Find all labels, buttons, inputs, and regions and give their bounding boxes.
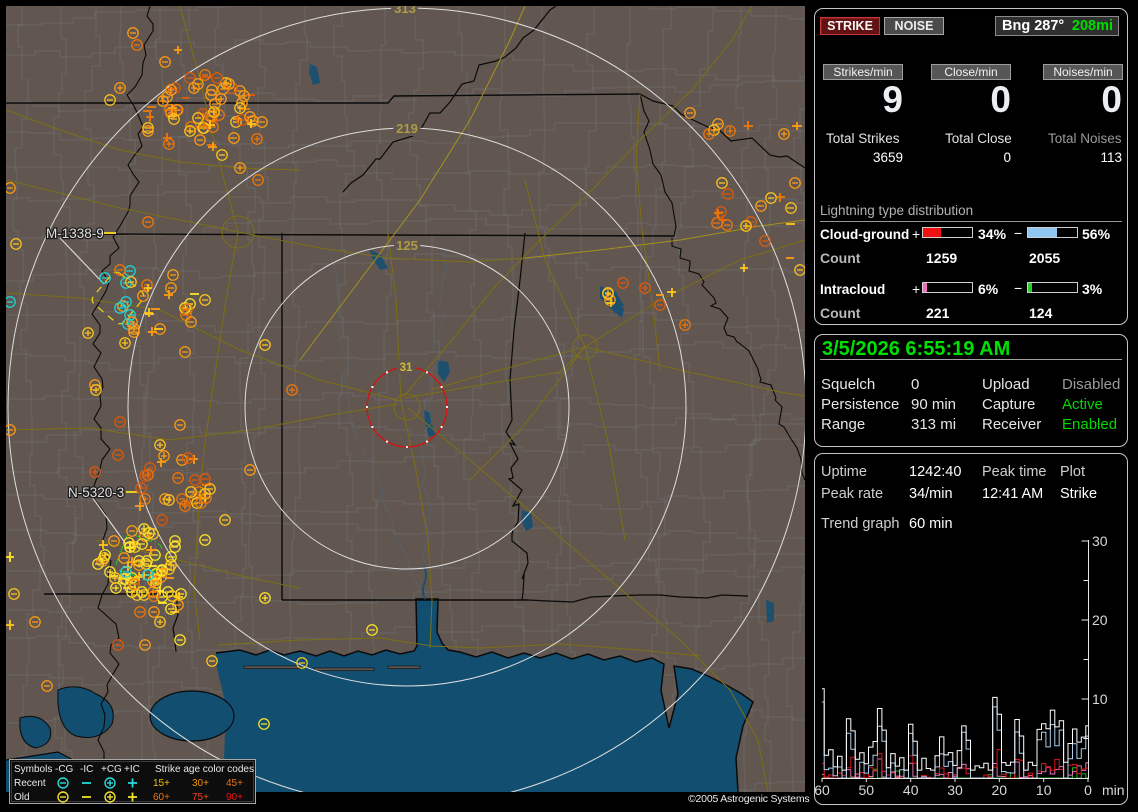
svg-text:30: 30 <box>947 782 963 798</box>
svg-text:219: 219 <box>396 121 418 136</box>
svg-text:125: 125 <box>396 238 418 253</box>
svg-text:M-1338-9: M-1338-9 <box>46 226 104 241</box>
svg-text:60: 60 <box>814 782 830 798</box>
svg-text:30: 30 <box>1092 534 1108 549</box>
svg-text:20: 20 <box>992 782 1008 798</box>
svg-text:0: 0 <box>1084 782 1092 798</box>
svg-text:50: 50 <box>859 782 875 798</box>
svg-text:10: 10 <box>1036 782 1052 798</box>
svg-text:10: 10 <box>1092 691 1108 707</box>
svg-text:40: 40 <box>903 782 919 798</box>
svg-text:min: min <box>1102 782 1125 798</box>
svg-text:31: 31 <box>400 362 413 374</box>
svg-text:313: 313 <box>394 6 416 16</box>
svg-text:N-5320-3: N-5320-3 <box>68 485 124 500</box>
svg-text:20: 20 <box>1092 612 1108 628</box>
